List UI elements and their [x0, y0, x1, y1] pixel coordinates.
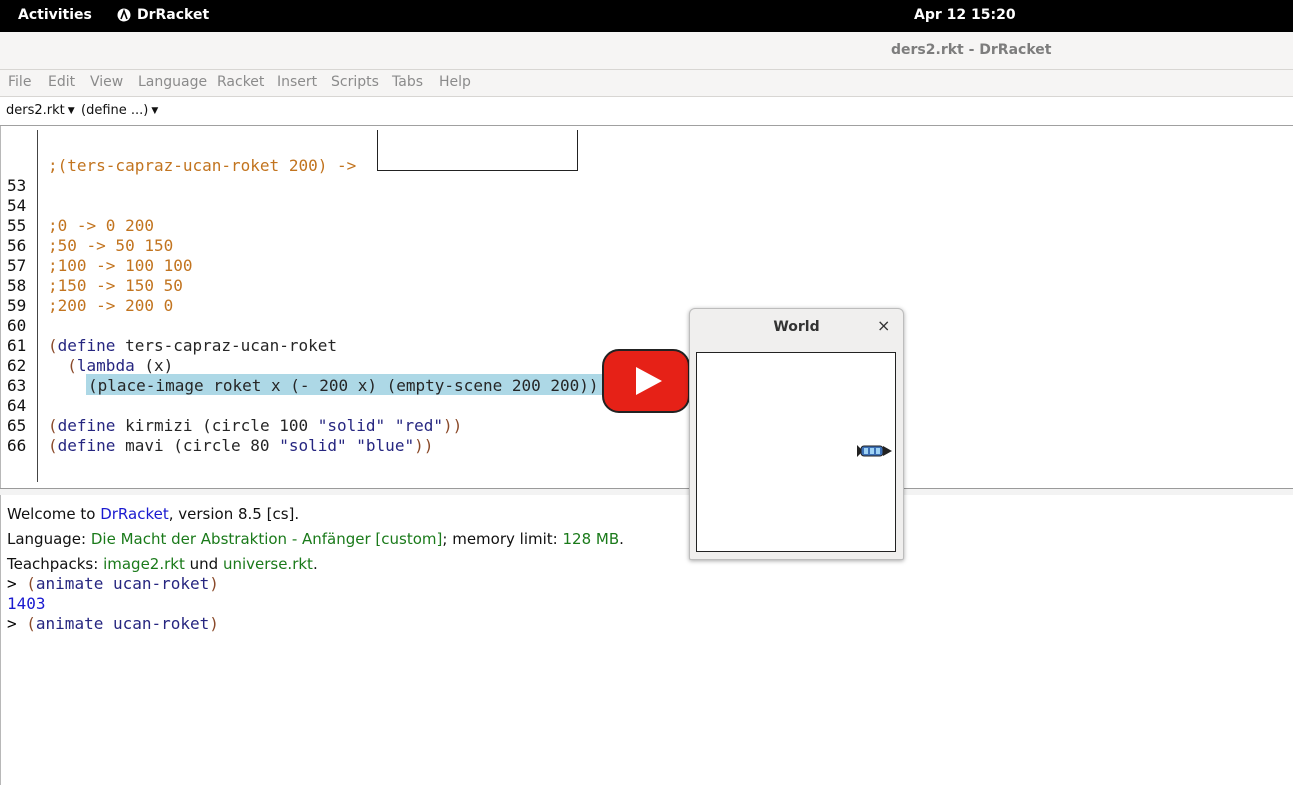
line-number: 65 [7, 416, 27, 435]
world-canvas [696, 352, 896, 552]
code-comment-line: ;(ters-capraz-ucan-roket 200) -> [48, 156, 357, 175]
code-line-66: (define mavi (circle 80 "solid" "blue")) [48, 436, 434, 455]
repl-result: 1403 [7, 594, 46, 613]
file-dropdown-label: ders2.rkt [6, 103, 65, 118]
system-top-bar: Activities DrRacket Apr 12 15:20 [0, 0, 1293, 32]
rocket-icon [857, 445, 892, 457]
code-line-65: (define kirmizi (circle 100 "solid" "red… [48, 416, 463, 435]
code-line-63-selected: (place-image roket x (- 200 x) (empty-sc… [88, 376, 599, 395]
line-number: 59 [7, 296, 27, 315]
line-number: 53 [7, 176, 27, 195]
close-icon[interactable]: × [877, 316, 890, 335]
caret-down-icon: ▼ [67, 105, 75, 116]
line-number: 58 [7, 276, 27, 295]
interactions-pane[interactable]: Welcome to DrRacket, version 8.5 [cs]. L… [0, 495, 1293, 785]
line-number: 54 [7, 196, 27, 215]
teachpack-image2: image2.rkt [103, 555, 185, 573]
menu-scripts[interactable]: Scripts [331, 74, 379, 90]
code-line-59: ;200 -> 200 0 [48, 296, 174, 315]
definitions-editor[interactable]: ;(ters-capraz-ucan-roket 200) -> 53 54 5… [0, 126, 1293, 488]
welcome-line: Welcome to DrRacket, version 8.5 [cs]. [7, 505, 300, 523]
play-icon[interactable] [602, 349, 690, 413]
define-dropdown-label: (define ...) [81, 103, 149, 118]
embedded-image-box [377, 130, 578, 171]
clock[interactable]: Apr 12 15:20 [914, 7, 1016, 23]
menu-insert[interactable]: Insert [277, 74, 317, 90]
memory-limit: 128 MB [562, 530, 620, 548]
menu-help[interactable]: Help [439, 74, 471, 90]
activities-button[interactable]: Activities [18, 7, 92, 23]
code-line-62: (lambda (x) [67, 356, 174, 375]
repl-input-line[interactable]: > (animate ucan-roket) [7, 614, 219, 633]
code-line-58: ;150 -> 150 50 [48, 276, 183, 295]
language-name: Die Macht der Abstraktion - Anfänger [cu… [90, 530, 443, 548]
code-line-56: ;50 -> 50 150 [48, 236, 174, 255]
line-number: 62 [7, 356, 27, 375]
code-line-61: (define ters-capraz-ucan-roket [48, 336, 337, 355]
language-line: Language: Die Macht der Abstraktion - An… [7, 530, 624, 548]
menu-edit[interactable]: Edit [48, 74, 75, 90]
drracket-link[interactable]: DrRacket [100, 505, 169, 523]
code-line-57: ;100 -> 100 100 [48, 256, 193, 275]
menu-tabs[interactable]: Tabs [392, 74, 423, 90]
app-name: DrRacket [137, 7, 210, 23]
line-number: 55 [7, 216, 27, 235]
app-menu-button[interactable]: DrRacket [117, 7, 209, 23]
menu-language[interactable]: Language [138, 74, 207, 90]
drracket-icon [117, 8, 131, 22]
line-number: 60 [7, 316, 27, 335]
world-window-title: World [773, 319, 820, 335]
teachpack-universe: universe.rkt [222, 555, 313, 573]
menu-racket[interactable]: Racket [217, 74, 264, 90]
line-number: 66 [7, 436, 27, 455]
menu-bar: File Edit View Language Racket Insert Sc… [0, 70, 1293, 97]
repl-input-line: > (animate ucan-roket) [7, 574, 219, 593]
line-number: 56 [7, 236, 27, 255]
menu-view[interactable]: View [90, 74, 123, 90]
toolbar: ders2.rkt ▼ (define ...) ▼ [0, 97, 1293, 126]
window-titlebar[interactable]: ders2.rkt - DrRacket [0, 32, 1293, 70]
window-title: ders2.rkt - DrRacket [891, 42, 1052, 58]
menu-file[interactable]: File [8, 74, 31, 90]
define-dropdown[interactable]: (define ...) ▼ [81, 103, 158, 118]
line-number: 61 [7, 336, 27, 355]
caret-down-icon: ▼ [151, 105, 159, 116]
code-line-55: ;0 -> 0 200 [48, 216, 154, 235]
teachpacks-line: Teachpacks: image2.rkt und universe.rkt. [7, 555, 318, 573]
world-window[interactable]: World × [689, 308, 904, 560]
gutter-divider [37, 130, 38, 482]
line-number: 63 [7, 376, 27, 395]
line-number: 64 [7, 396, 27, 415]
line-number: 57 [7, 256, 27, 275]
file-dropdown[interactable]: ders2.rkt ▼ [6, 103, 75, 118]
